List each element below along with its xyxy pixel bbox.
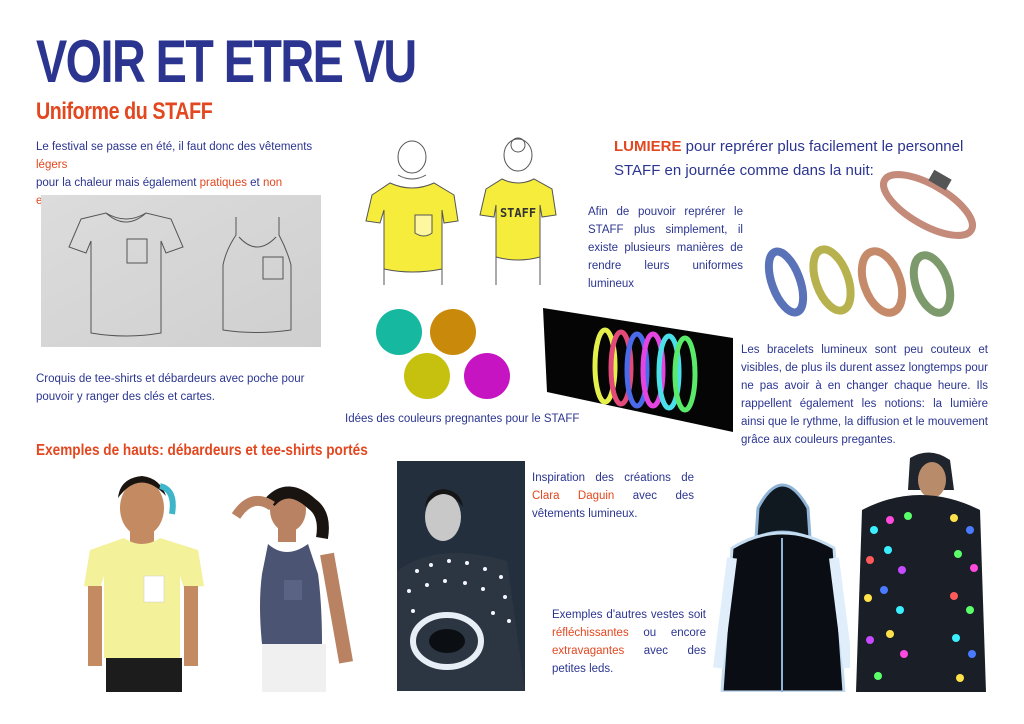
intro-text-2: pour la chaleur mais également xyxy=(36,177,200,189)
staff-shirt-illustration: STAFF xyxy=(360,135,570,285)
clara-daguin-image xyxy=(397,461,525,691)
inspiration-text: Inspiration des créations de Clara Dagui… xyxy=(532,469,694,523)
inspiration-designer-name: Clara Daguin xyxy=(532,490,615,502)
jackets-text: Exemples d'autres vestes soit réfléchiss… xyxy=(552,606,706,678)
lumiere-word: LUMIERE xyxy=(614,138,682,155)
sketch-photo xyxy=(41,195,321,347)
jackets-word-extravagantes: extravagantes xyxy=(552,645,625,657)
photo-reflective-jacket xyxy=(712,468,854,694)
jackets-word-reflechissantes: réfléchissantes xyxy=(552,627,629,639)
bracelets-illustration xyxy=(760,160,990,320)
photo-tshirt-model xyxy=(80,468,210,692)
tanktop-model-image xyxy=(222,484,372,692)
tshirt-model-image xyxy=(80,468,210,692)
page-title: VOIR ET ETRE VU xyxy=(36,28,417,95)
page-subtitle: Uniforme du STAFF xyxy=(36,98,213,125)
photo-tanktop-model xyxy=(222,484,372,692)
color-palette xyxy=(370,305,520,405)
intro-word-legers: légers xyxy=(36,159,68,171)
photo-clara-daguin xyxy=(397,461,525,691)
color-swatch-amber xyxy=(430,309,476,355)
reflective-jacket-image xyxy=(712,468,854,694)
inspiration-text-before: Inspiration des créations de xyxy=(532,472,694,484)
glow-bracelets-image xyxy=(543,308,733,432)
jackets-text-middle: ou encore xyxy=(628,627,706,639)
intro-text-1: Le festival se passe en été, il faut don… xyxy=(36,141,313,153)
sketch-caption: Croquis de tee-shirts et débardeurs avec… xyxy=(36,373,305,403)
photo-glow-bracelets xyxy=(543,308,733,432)
staff-shirt-drawing: STAFF xyxy=(365,137,557,285)
color-swatch-magenta xyxy=(464,353,510,399)
led-jacket-image xyxy=(850,450,990,692)
find-staff-text: Afin de pouvoir reprérer le STAFF plus s… xyxy=(588,206,743,290)
staff-print-text: STAFF xyxy=(500,206,536,220)
colors-caption: Idées des couleurs pregnantes pour le ST… xyxy=(345,413,580,425)
examples-heading: Exemples de hauts: débardeurs et tee-shi… xyxy=(36,442,368,459)
color-swatch-teal xyxy=(376,309,422,355)
bracelets-text: Les bracelets lumineux sont peu couteux … xyxy=(741,344,988,446)
jackets-text-before: Exemples d'autres vestes soit xyxy=(552,609,706,621)
bracelets-drawing xyxy=(764,169,976,317)
photo-led-jacket xyxy=(850,450,990,692)
intro-word-pratiques: pratiques xyxy=(199,177,247,189)
color-swatch-yellow xyxy=(404,353,450,399)
intro-text-et: et xyxy=(246,177,263,189)
sketch-drawing xyxy=(41,195,321,347)
